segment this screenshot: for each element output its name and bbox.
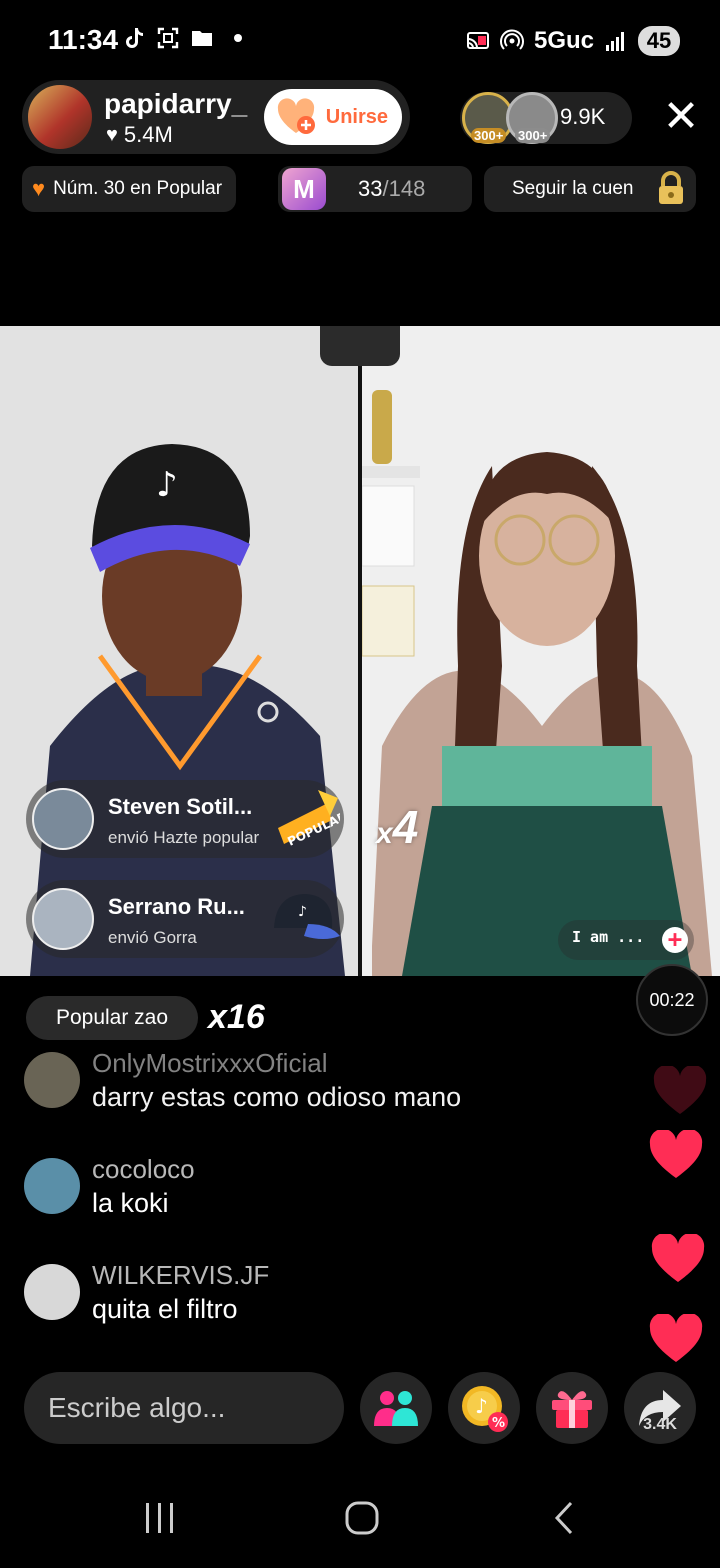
gift-sender-avatar[interactable] [32,888,94,950]
viewer-list[interactable]: 300+ 300+ 9.9K [460,92,632,144]
i-am-text: I am ... [572,928,645,946]
screenshot-icon [157,27,179,49]
home-icon [345,1501,379,1535]
status-time: 11:34 [48,24,119,55]
floating-heart-icon [649,1130,703,1178]
fan-club-heart-icon [277,98,315,134]
comment-input[interactable]: Escribe algo... [24,1372,344,1444]
folder-icon [192,31,212,46]
close-icon[interactable]: ✕ [660,95,702,139]
gift-feed-item[interactable]: Serrano Ru... envió Gorra ♪ [26,880,344,958]
tiktok-coin-icon: ♪ % [462,1386,508,1432]
follow-account-pill[interactable]: Seguir la cuen [484,166,696,212]
floating-heart-icon [651,1234,705,1282]
notification-dot [234,34,242,42]
status-right: 5Guc 45 [466,26,680,56]
comment-username[interactable]: OnlyMostrixxxOficial [92,1048,327,1079]
top-viewer-avatar[interactable]: 300+ [506,92,558,144]
ranking-pill[interactable]: ♥ Núm. 30 en Popular [22,166,237,212]
comment-text: darry estas como odioso mano [92,1082,462,1112]
comment-avatar[interactable] [24,1052,80,1108]
gift-button[interactable] [536,1372,608,1444]
gift-multiplier: x4 [376,801,419,853]
follow-label: Seguir la cuen [512,178,634,199]
battery-indicator: 45 [638,26,680,56]
home-button[interactable] [332,1496,392,1540]
viewer-rank-badge: 300+ [471,128,507,143]
svg-text:♪: ♪ [475,1394,488,1418]
hotspot-icon [499,29,524,50]
video-left[interactable]: ♪ [0,326,358,976]
gift-icon [552,1391,592,1428]
host-likes-count: 5.4M [123,122,173,147]
comment-username[interactable]: WILKERVIS.JF [92,1260,269,1291]
left-streamer-video: ♪ [0,326,358,976]
join-label: Unirse [325,105,388,128]
broken-heart-icon: ♥ [32,176,46,201]
svg-text:%: % [492,1416,505,1431]
cast-icon [466,32,489,49]
score-pill[interactable]: M 33/148 [278,166,472,212]
popular-multiplier: x16 [208,998,265,1036]
host-name[interactable]: papidarry_ [104,88,247,120]
back-button[interactable] [534,1496,594,1540]
gold-lock-icon [659,171,683,204]
guests-icon [374,1391,418,1426]
comment-text: la koki [92,1188,169,1218]
network-label: 5Guc [533,27,594,54]
recent-apps-button[interactable] [130,1496,190,1540]
popular-gift-icon: POPULAR [278,790,340,849]
ranking-label: Núm. 30 en Popular [53,178,223,199]
host-avatar[interactable] [26,83,94,151]
comment-avatar[interactable] [24,1264,80,1320]
status-bar: 11:34 5Guc 45 [0,0,720,80]
share-button[interactable]: 3.4K [624,1372,696,1444]
share-count: 3.4K [643,1416,677,1433]
coin-promo-button[interactable]: ♪ % [448,1372,520,1444]
viewer-rank-badge: 300+ [515,128,551,143]
gift-action: envió Hazte popular [108,828,260,847]
score-total: /148 [382,176,426,201]
svg-text:♪: ♪ [298,904,307,920]
popular-chip[interactable]: Popular zao [26,996,198,1040]
battle-top-tab[interactable] [320,326,400,366]
comment-avatar[interactable] [24,1158,80,1214]
score-text: 33/148 [358,176,425,202]
host-likes: ♥ 5.4M [106,122,173,148]
viewer-count[interactable]: 9.9K [560,104,605,130]
signal-icon [606,32,624,51]
battle-divider [358,326,362,976]
cap-gift-icon: ♪ [274,894,340,939]
right-streamer-video [362,326,720,976]
comment-username[interactable]: cocoloco [92,1154,195,1185]
video-right[interactable] [362,326,720,976]
recent-apps-icon [146,1503,173,1533]
tiktok-icon [126,28,143,48]
i-am-tag[interactable]: I am ... + [558,920,694,960]
gift-sender-avatar[interactable] [32,788,94,850]
svg-text:♪: ♪ [156,465,178,505]
comment-text: quita el filtro [92,1294,238,1324]
system-nav-bar [0,1468,720,1568]
status-left-icons [122,26,242,50]
floating-heart-icon [653,1066,707,1114]
join-button[interactable]: Unirse [264,89,402,145]
heart-icon: ♥ [106,123,118,146]
battle-timer: 00:22 [636,964,708,1036]
back-icon [554,1501,573,1535]
score-m-icon: M [282,168,326,210]
gift-sender-name: Steven Sotil... [108,794,253,819]
gift-feed-item[interactable]: Steven Sotil... envió Hazte popular POPU… [26,780,344,858]
score-current: 33 [358,176,383,201]
host-info[interactable]: papidarry_ ♥ 5.4M Unirse [22,80,410,154]
multi-guest-button[interactable] [360,1372,432,1444]
add-icon[interactable]: + [662,927,688,953]
gift-sender-name: Serrano Ru... [108,894,245,919]
gift-action: envió Gorra [108,928,197,947]
floating-heart-icon [649,1314,703,1362]
